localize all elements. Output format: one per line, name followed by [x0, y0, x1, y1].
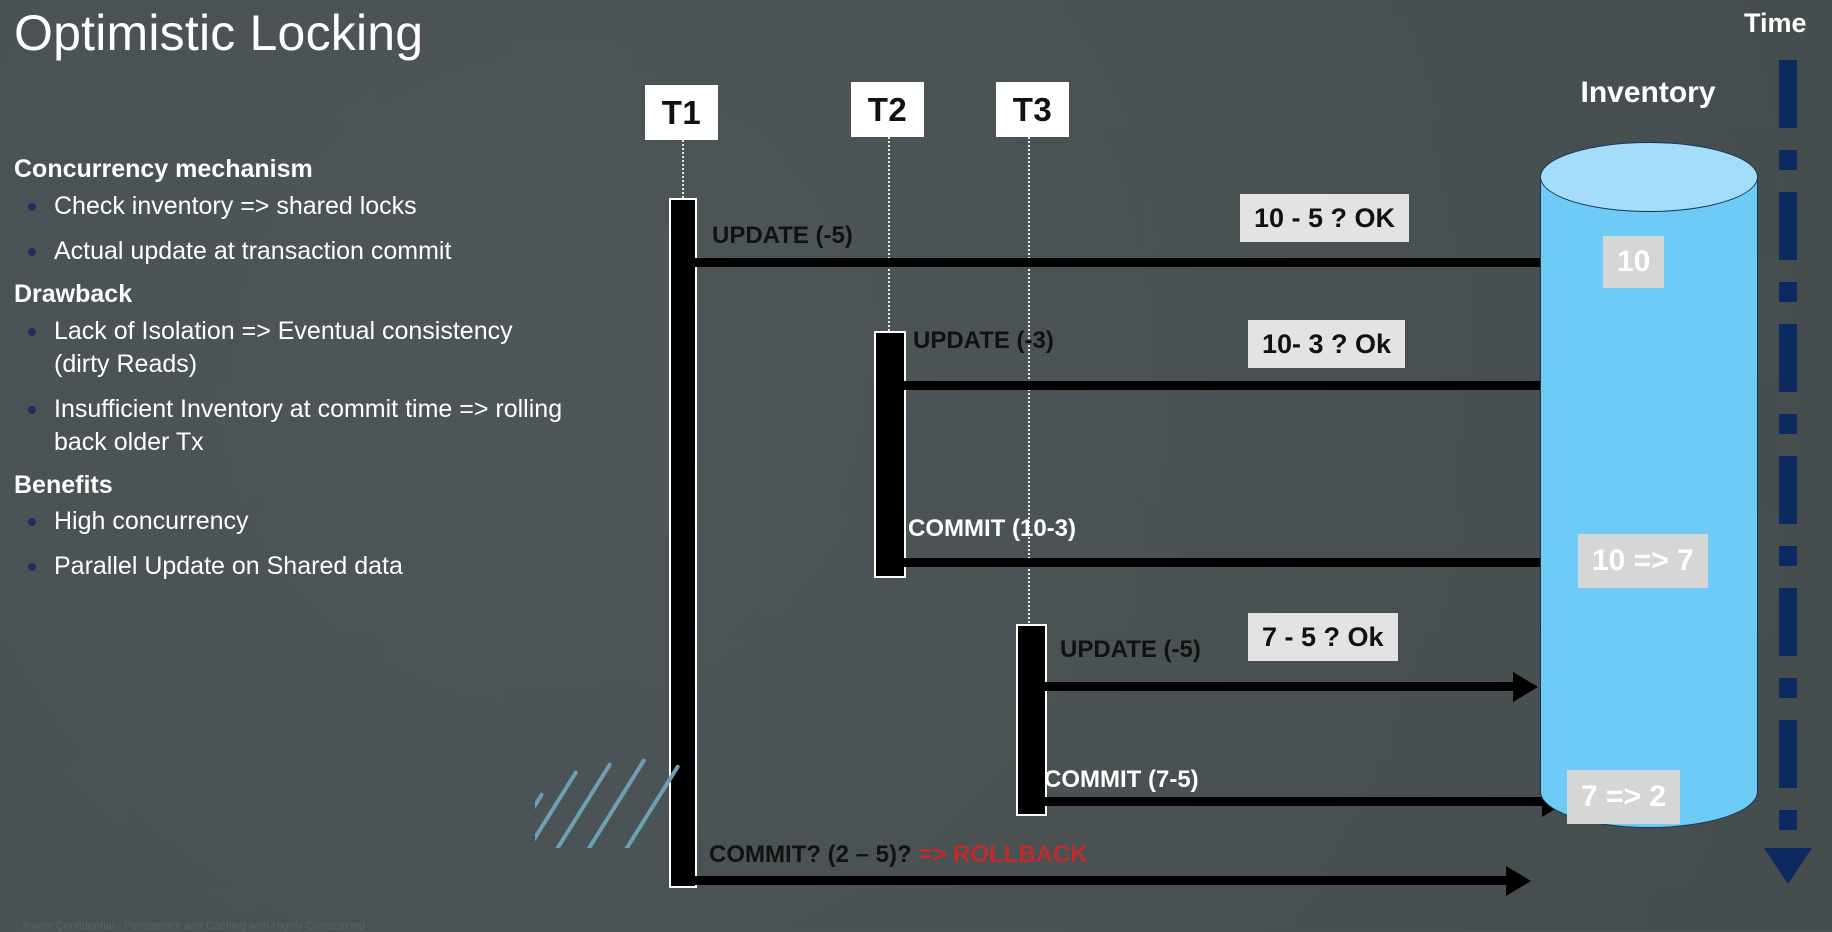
message-line-2 — [901, 381, 1572, 390]
commit-question-text: COMMIT? (2 – 5)? — [709, 841, 919, 868]
time-dot — [1779, 810, 1797, 830]
message-label-commit-rollback: COMMIT? (2 – 5)? => ROLLBACK — [709, 841, 1088, 869]
message-label-update-5-t3: UPDATE (-5) — [1060, 636, 1201, 663]
message-label-update-3-t2: UPDATE (-3) — [913, 327, 1054, 354]
time-dash — [1779, 588, 1797, 656]
time-axis — [1779, 50, 1797, 840]
decorative-hatch-lines — [535, 758, 710, 848]
time-dash — [1779, 720, 1797, 788]
transaction-box-t1[interactable]: T1 — [645, 85, 718, 140]
cylinder-top — [1540, 142, 1758, 212]
activation-bar-t3 — [1016, 624, 1047, 816]
transaction-box-t3[interactable]: T3 — [996, 82, 1069, 137]
time-dot — [1779, 282, 1797, 302]
inventory-value-after-t2: 10 => 7 — [1578, 534, 1708, 588]
time-dash — [1779, 192, 1797, 260]
inventory-value-label: 10 => 7 — [1592, 544, 1694, 577]
check-box-7-minus-5: 7 - 5 ? Ok — [1248, 613, 1398, 661]
check-box-10-minus-3: 10- 3 ? Ok — [1248, 320, 1406, 368]
check-box-10-minus-5: 10 - 5 ? OK — [1240, 194, 1410, 242]
transaction-label: T3 — [1012, 90, 1053, 128]
inventory-value-label: 7 => 2 — [1581, 780, 1667, 813]
transaction-box-t2[interactable]: T2 — [851, 82, 924, 137]
message-line-3 — [901, 558, 1591, 567]
check-label: 10- 3 ? Ok — [1262, 328, 1392, 359]
message-line-6 — [693, 876, 1514, 885]
activation-bar-t2 — [874, 331, 906, 578]
time-dot — [1779, 150, 1797, 170]
check-label: 7 - 5 ? Ok — [1262, 621, 1384, 652]
time-dot — [1779, 546, 1797, 566]
sequence-diagram: T1 T2 T3 UPDATE (-5) UPDATE (-3) COMMIT … — [0, 0, 1832, 932]
message-label-commit-10-3: COMMIT (10-3) — [908, 515, 1076, 542]
inventory-value-initial: 10 — [1603, 236, 1665, 288]
time-dash — [1779, 456, 1797, 524]
time-axis-arrowhead-icon — [1764, 848, 1812, 884]
slide-footer: Xavier Confidential - Persistence and Ca… — [22, 920, 366, 932]
inventory-title: Inventory — [1580, 76, 1716, 109]
time-dash — [1779, 60, 1797, 128]
message-arrowhead-6 — [1506, 866, 1531, 896]
time-dot — [1779, 678, 1797, 698]
message-line-4 — [1042, 682, 1521, 691]
message-label-commit-7-5: COMMIT (7-5) — [1044, 766, 1199, 793]
time-dash — [1779, 324, 1797, 392]
lifeline-t2 — [888, 126, 890, 331]
transaction-label: T2 — [867, 90, 908, 128]
lifeline-t3 — [1028, 126, 1030, 626]
inventory-value-label: 10 — [1617, 245, 1651, 278]
time-dot — [1779, 414, 1797, 434]
message-arrowhead-4 — [1513, 672, 1538, 702]
rollback-text: => ROLLBACK — [918, 841, 1088, 868]
message-label-update-5-t1: UPDATE (-5) — [712, 222, 853, 249]
check-label: 10 - 5 ? OK — [1254, 202, 1396, 233]
time-axis-label: Time — [1744, 8, 1807, 38]
message-line-5 — [1042, 797, 1550, 806]
inventory-value-after-t3: 7 => 2 — [1567, 770, 1681, 824]
message-line-1 — [693, 258, 1606, 267]
transaction-label: T1 — [661, 93, 702, 131]
